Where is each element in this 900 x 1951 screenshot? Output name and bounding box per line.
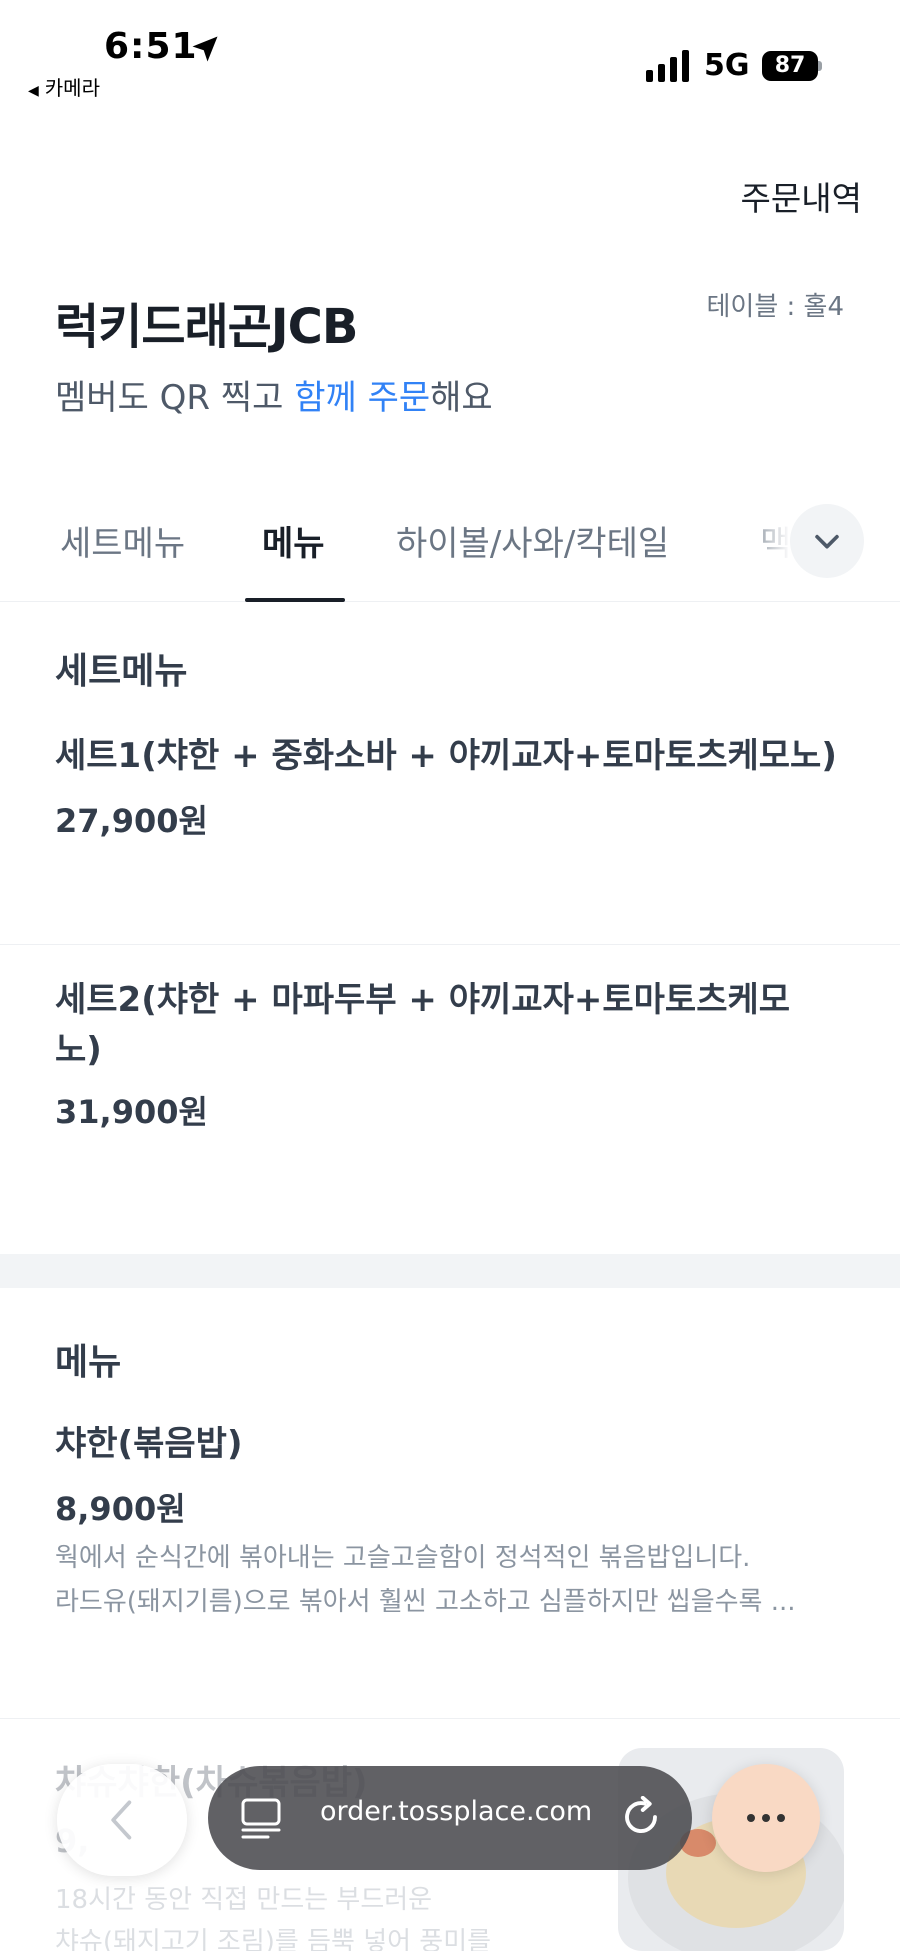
group-order-link[interactable]: 함께 주문 bbox=[294, 378, 430, 418]
store-name: 럭키드래곤JCB bbox=[55, 299, 358, 355]
chevron-left-icon bbox=[111, 1800, 132, 1840]
back-to-app-link[interactable]: ◀ 카메라 bbox=[28, 72, 100, 101]
tab-set-menu[interactable]: 세트메뉴 bbox=[60, 516, 185, 565]
more-dots-icon bbox=[747, 1814, 785, 1822]
battery-level: 87 bbox=[762, 51, 818, 81]
subtitle-text-post: 해요 bbox=[430, 378, 493, 418]
status-bar: 6:51 ◀ 카메라 5G 87 bbox=[0, 0, 900, 110]
back-triangle-icon: ◀ bbox=[28, 83, 39, 99]
section-divider bbox=[0, 1254, 900, 1288]
table-label: 테이블 : 홀4 bbox=[706, 292, 844, 322]
chevron-down-icon bbox=[815, 534, 839, 549]
reader-mode-icon[interactable] bbox=[240, 1796, 282, 1840]
item-name-line2: 노) bbox=[55, 1030, 102, 1070]
item-description-line1: 18시간 동안 직접 만드는 부드러운 bbox=[55, 1885, 433, 1915]
expand-categories-button[interactable] bbox=[790, 504, 864, 578]
network-type: 5G bbox=[704, 48, 750, 83]
status-time: 6:51 bbox=[104, 26, 198, 67]
order-history-button[interactable]: 주문내역 bbox=[741, 172, 862, 220]
back-app-label: 카메라 bbox=[44, 76, 100, 100]
item-description-line2: 챠슈(돼지고기 조림)를 듬뿍 넣어 풍미를 bbox=[55, 1927, 492, 1951]
browser-back-button[interactable] bbox=[57, 1764, 187, 1876]
tabs-fade bbox=[740, 500, 790, 590]
item-description-line2: 라드유(돼지기름)으로 볶아서 훨씬 고소하고 심플하지만 씹을수록 ... bbox=[55, 1587, 796, 1617]
browser-more-button[interactable] bbox=[712, 1764, 820, 1872]
battery-icon: 87 bbox=[762, 51, 822, 81]
item-price: 27,900원 bbox=[55, 802, 208, 840]
tab-menu[interactable]: 메뉴 bbox=[262, 516, 325, 565]
item-name-line1: 세트2(챠한 + 마파두부 + 야끼교자+토마토츠케모 bbox=[55, 980, 791, 1020]
divider bbox=[0, 944, 900, 945]
browser-address-bar[interactable]: order.tossplace.com bbox=[208, 1766, 692, 1870]
item-name: 챠한(볶음밥) bbox=[55, 1424, 243, 1464]
location-arrow-icon bbox=[192, 36, 218, 62]
section-title-set-menu: 세트메뉴 bbox=[55, 651, 188, 692]
divider bbox=[0, 1718, 900, 1719]
item-price: 8,900원 bbox=[55, 1490, 186, 1528]
reload-icon[interactable] bbox=[620, 1796, 662, 1838]
subtitle-text-pre: 멤버도 QR 찍고 bbox=[55, 378, 295, 418]
section-title-menu: 메뉴 bbox=[55, 1342, 122, 1383]
item-name: 세트1(챠한 + 중화소바 + 야끼교자+토마토츠케모노) bbox=[55, 736, 837, 776]
tab-highball[interactable]: 하이볼/사와/칵테일 bbox=[396, 516, 669, 565]
url-text: order.tossplace.com bbox=[320, 1796, 593, 1827]
active-tab-indicator bbox=[245, 598, 345, 602]
item-price: 31,900원 bbox=[55, 1093, 208, 1131]
cellular-signal-icon bbox=[646, 50, 689, 82]
item-description-line1: 웍에서 순식간에 볶아내는 고슬고슬함이 정석적인 볶음밥입니다. bbox=[55, 1543, 751, 1573]
group-order-subtitle: 멤버도 QR 찍고 함께 주문해요 bbox=[55, 370, 493, 419]
